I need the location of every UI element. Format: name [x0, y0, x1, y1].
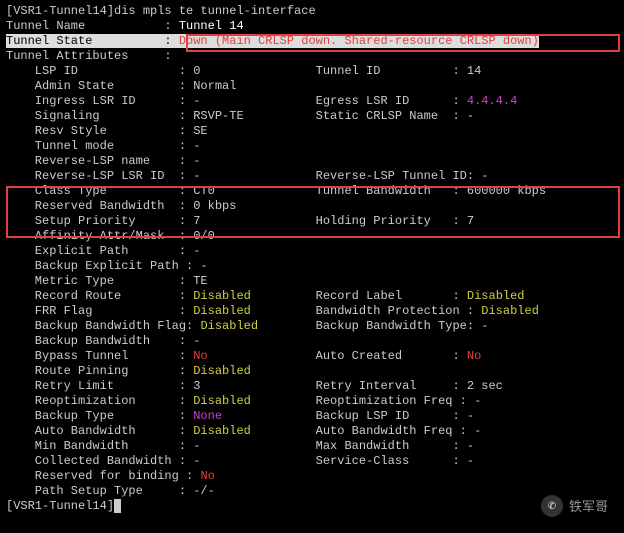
- output-row: Tunnel mode : -: [6, 139, 618, 154]
- output-row: Path Setup Type : -/-: [6, 484, 618, 499]
- output-row: Affinity Attr/Mask : 0/0: [6, 229, 618, 244]
- output-row: Ingress LSR ID : - Egress LSR ID : 4.4.4…: [6, 94, 618, 109]
- output-row: Retry Limit : 3 Retry Interval : 2 sec: [6, 379, 618, 394]
- output-row: Tunnel Name : Tunnel 14: [6, 19, 618, 34]
- output-row: Admin State : Normal: [6, 79, 618, 94]
- watermark: ✆ 铁军哥: [541, 495, 608, 517]
- output-row: Bypass Tunnel : No Auto Created : No: [6, 349, 618, 364]
- output-row: Reoptimization : Disabled Reoptimization…: [6, 394, 618, 409]
- output-row: Tunnel Attributes :: [6, 49, 618, 64]
- output-row: Setup Priority : 7 Holding Priority : 7: [6, 214, 618, 229]
- output-row: Backup Bandwidth : -: [6, 334, 618, 349]
- output-row: Min Bandwidth : - Max Bandwidth : -: [6, 439, 618, 454]
- output-row: Metric Type : TE: [6, 274, 618, 289]
- output-row: Explicit Path : -: [6, 244, 618, 259]
- output-row: Auto Bandwidth : Disabled Auto Bandwidth…: [6, 424, 618, 439]
- output-row: LSP ID : 0 Tunnel ID : 14: [6, 64, 618, 79]
- command-line: [VSR1-Tunnel14]dis mpls te tunnel-interf…: [6, 4, 618, 19]
- output-row: Backup Bandwidth Flag: Disabled Backup B…: [6, 319, 618, 334]
- output-row: Reverse-LSP name : -: [6, 154, 618, 169]
- output-row: Backup Type : None Backup LSP ID : -: [6, 409, 618, 424]
- output-row: Resv Style : SE: [6, 124, 618, 139]
- output-row: Class Type : CT0 Tunnel Bandwidth : 6000…: [6, 184, 618, 199]
- output-row: Reserved for binding : No: [6, 469, 618, 484]
- terminal-output: [VSR1-Tunnel14]dis mpls te tunnel-interf…: [6, 4, 618, 514]
- output-row: FRR Flag : Disabled Bandwidth Protection…: [6, 304, 618, 319]
- prompt-line-end[interactable]: [VSR1-Tunnel14]: [6, 499, 618, 514]
- output-row: Route Pinning : Disabled: [6, 364, 618, 379]
- output-row: Reserved Bandwidth : 0 kbps: [6, 199, 618, 214]
- watermark-text: 铁军哥: [569, 499, 608, 514]
- output-row: Tunnel State : Down (Main CRLSP down. Sh…: [6, 34, 618, 49]
- output-row: Record Route : Disabled Record Label : D…: [6, 289, 618, 304]
- wechat-icon: ✆: [541, 495, 563, 517]
- output-row: Backup Explicit Path : -: [6, 259, 618, 274]
- output-row: Reverse-LSP LSR ID : - Reverse-LSP Tunne…: [6, 169, 618, 184]
- output-row: Collected Bandwidth : - Service-Class : …: [6, 454, 618, 469]
- output-row: Signaling : RSVP-TE Static CRLSP Name : …: [6, 109, 618, 124]
